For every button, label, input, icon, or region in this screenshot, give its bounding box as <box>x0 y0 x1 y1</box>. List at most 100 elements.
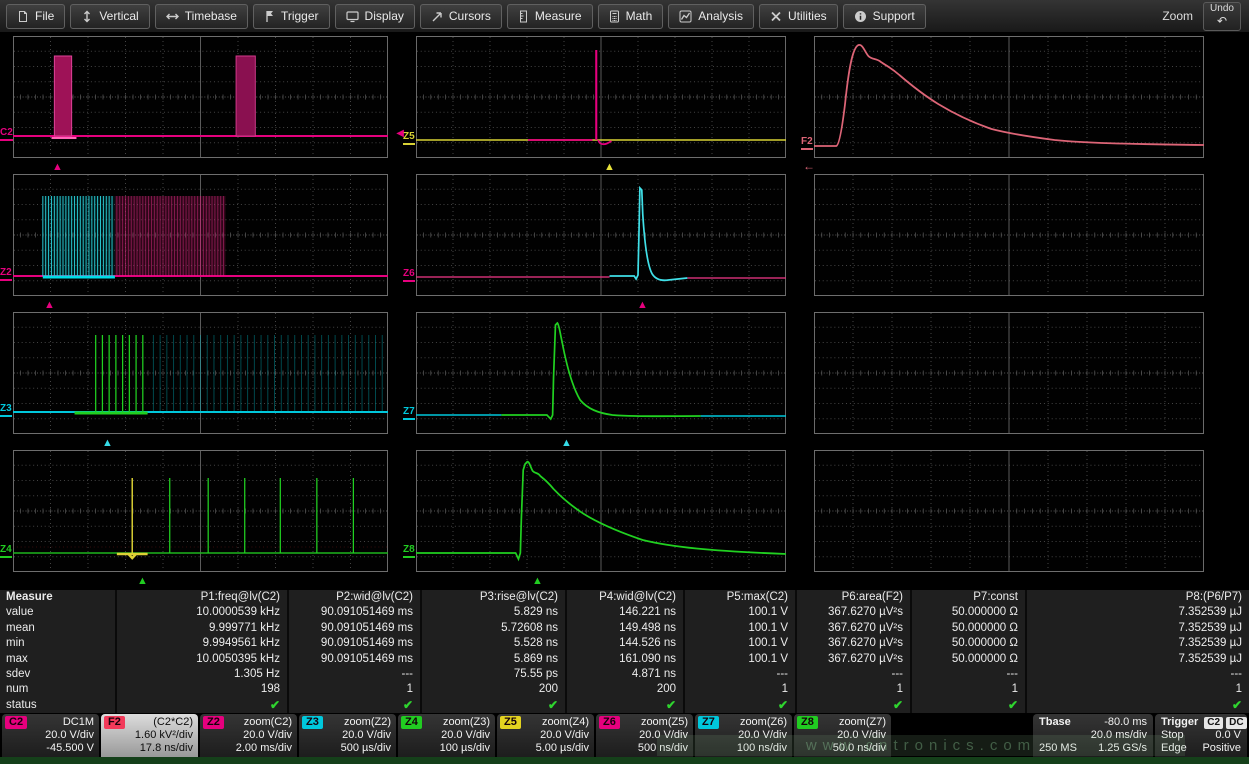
measure-cell: 50.000000 Ω <box>910 621 1025 636</box>
waveform-panel-empty-2[interactable] <box>801 312 1219 450</box>
z5-zoom-position-marker[interactable]: ▲ <box>604 162 615 173</box>
status-check-icon: ✔ <box>778 698 788 712</box>
measure-cell: 90.091051469 ms <box>287 636 420 651</box>
measure-cell: 90.091051469 ms <box>287 621 420 636</box>
measure-column-header: P3:rise@lv(C2) <box>420 590 565 605</box>
waveform-panel-c2[interactable]: C2 ▲ ◀ <box>0 36 403 174</box>
utilities-icon <box>770 10 782 23</box>
channel-badge-c2: C2 <box>5 716 27 729</box>
menu-button-math[interactable]: Math <box>598 4 664 29</box>
descriptor-z6-line2: 20.0 V/div <box>601 729 688 742</box>
waveform-panel-empty-3[interactable] <box>801 450 1219 588</box>
z3-channel-label: Z3 <box>0 404 12 417</box>
menu-button-label: Measure <box>535 9 582 23</box>
waveform-panel-z2[interactable]: Z2 ▲ <box>0 174 403 312</box>
channel-badge-f2: F2 <box>104 716 125 729</box>
measure-cell: 7.352539 µJ <box>1025 605 1249 620</box>
measure-cell: 7.352539 µJ <box>1025 621 1249 636</box>
measure-cell: 5.72608 ns <box>420 621 565 636</box>
menu-button-label: Utilities <box>788 9 827 23</box>
c2-trigger-time-marker[interactable]: ▲ <box>52 162 63 173</box>
menu-button-utilities[interactable]: Utilities <box>759 4 838 29</box>
menu-button-label: Trigger <box>281 9 319 23</box>
tbase-label: Tbase <box>1039 716 1071 729</box>
measure-column-header: P2:wid@lv(C2) <box>287 590 420 605</box>
measure-cell: ✔ <box>795 698 910 713</box>
z4-trace-svg <box>13 450 388 572</box>
waveform-panel-z3[interactable]: Z3 ▲ <box>0 312 403 450</box>
descriptor-c2[interactable]: C2DC1M20.0 V/div-45.500 V <box>2 714 99 757</box>
menu-button-file[interactable]: File <box>6 4 65 29</box>
menu-button-analysis[interactable]: Analysis <box>668 4 754 29</box>
descriptor-z7-line2: 20.0 V/div <box>700 729 787 742</box>
measure-cell: ✔ <box>420 698 565 713</box>
z7-zoom-position-marker[interactable]: ▲ <box>561 438 572 449</box>
waveform-panel-z5[interactable]: Z5 ▲ <box>403 36 801 174</box>
measure-cell: 7.352539 µJ <box>1025 636 1249 651</box>
menu-button-display[interactable]: Display <box>335 4 415 29</box>
analysis-icon <box>679 10 692 23</box>
trigger-label: Trigger <box>1161 716 1198 729</box>
waveform-panel-z7[interactable]: Z7 ▲ <box>403 312 801 450</box>
descriptor-z4[interactable]: Z4zoom(Z3)20.0 V/div100 µs/div <box>398 714 495 757</box>
menu-button-label: Cursors <box>449 9 491 23</box>
measure-cell: 1 <box>910 682 1025 697</box>
measure-cell: 90.091051469 ms <box>287 652 420 667</box>
trigger-descriptor[interactable]: Trigger C2 DC Stop 0.0 V Edge Positive <box>1155 714 1247 757</box>
measure-cell: 1 <box>683 682 795 697</box>
descriptor-z5[interactable]: Z5zoom(Z4)20.0 V/div5.00 µs/div <box>497 714 594 757</box>
descriptor-z7[interactable]: Z7zoom(Z6)20.0 V/div100 ns/div <box>695 714 792 757</box>
measure-column-header: P8:(P6/P7) <box>1025 590 1249 605</box>
descriptor-f2[interactable]: F2(C2*C2)1.60 kV²/div17.8 ns/div <box>101 714 198 757</box>
z8-zoom-position-marker[interactable]: ▲ <box>532 576 543 587</box>
descriptor-z8[interactable]: Z8zoom(Z7)20.0 V/div50.0 ns/div <box>794 714 891 757</box>
measure-cell: 50.000000 Ω <box>910 652 1025 667</box>
waveform-panel-z8[interactable]: Z8 ▲ <box>403 450 801 588</box>
descriptor-z3[interactable]: Z3zoom(Z2)20.0 V/div500 µs/div <box>299 714 396 757</box>
menu-button-support[interactable]: Support <box>843 4 926 29</box>
waveform-panel-z4[interactable]: Z4 ▲ <box>0 450 403 588</box>
waveform-panel-f2[interactable]: F2 ← <box>801 36 1219 174</box>
measure-cell: 146.221 ns <box>565 605 683 620</box>
measure-column-header: P4:wid@lv(C2) <box>565 590 683 605</box>
menu-button-measure[interactable]: Measure <box>507 4 593 29</box>
menu-button-cursors[interactable]: Cursors <box>420 4 502 29</box>
trigger-mode: Stop <box>1161 729 1184 742</box>
z5-trace-svg <box>416 36 786 158</box>
measure-cell: 161.090 ns <box>565 652 683 667</box>
measure-column-header: P1:freq@lv(C2) <box>115 590 287 605</box>
measure-cell: --- <box>1025 667 1249 682</box>
measure-row-label: mean <box>0 621 115 636</box>
tbase-offset: -80.0 ms <box>1104 716 1147 729</box>
menu-button-trigger[interactable]: Trigger <box>253 4 330 29</box>
menu-button-timebase[interactable]: Timebase <box>155 4 248 29</box>
menu-button-vertical[interactable]: Vertical <box>70 4 149 29</box>
support-icon <box>854 10 867 23</box>
z2-trace-svg <box>13 174 388 296</box>
z3-zoom-position-marker[interactable]: ▲ <box>102 438 113 449</box>
c2-trace-svg <box>13 36 388 158</box>
timebase-descriptor[interactable]: Tbase -80.0 ms 20.0 ms/div 250 MS 1.25 G… <box>1033 714 1153 757</box>
measure-cell: 149.498 ns <box>565 621 683 636</box>
undo-icon: ↶ <box>1217 15 1227 28</box>
descriptor-z6[interactable]: Z6zoom(Z5)20.0 V/div500 ns/div <box>596 714 693 757</box>
waveform-area: C2 ▲ ◀ Z5 ▲ F2 ← <box>0 33 1249 588</box>
descriptor-z4-line3: 100 µs/div <box>403 742 490 755</box>
channel-descriptors: C2DC1M20.0 V/div-45.500 VF2(C2*C2)1.60 k… <box>2 714 891 757</box>
measure-icon <box>518 10 529 23</box>
status-check-icon: ✔ <box>893 698 903 712</box>
z6-zoom-position-marker[interactable]: ▲ <box>637 300 648 311</box>
z2-zoom-position-marker[interactable]: ▲ <box>44 300 55 311</box>
measure-cell: 367.6270 µV²s <box>795 652 910 667</box>
trigger-slope: Positive <box>1202 742 1241 755</box>
measure-cell: 9.999771 kHz <box>115 621 287 636</box>
waveform-panel-empty-1[interactable] <box>801 174 1219 312</box>
measure-cell: 198 <box>115 682 287 697</box>
measure-cell: 1 <box>1025 682 1249 697</box>
descriptor-z2[interactable]: Z2zoom(C2)20.0 V/div2.00 ms/div <box>200 714 297 757</box>
waveform-panel-z6[interactable]: Z6 ▲ <box>403 174 801 312</box>
c2-channel-label: C2 <box>0 128 13 141</box>
undo-button[interactable]: Undo ↶ <box>1203 2 1241 31</box>
z4-zoom-position-marker[interactable]: ▲ <box>137 576 148 587</box>
f2-trigger-offscreen-arrow: ← <box>803 160 815 172</box>
